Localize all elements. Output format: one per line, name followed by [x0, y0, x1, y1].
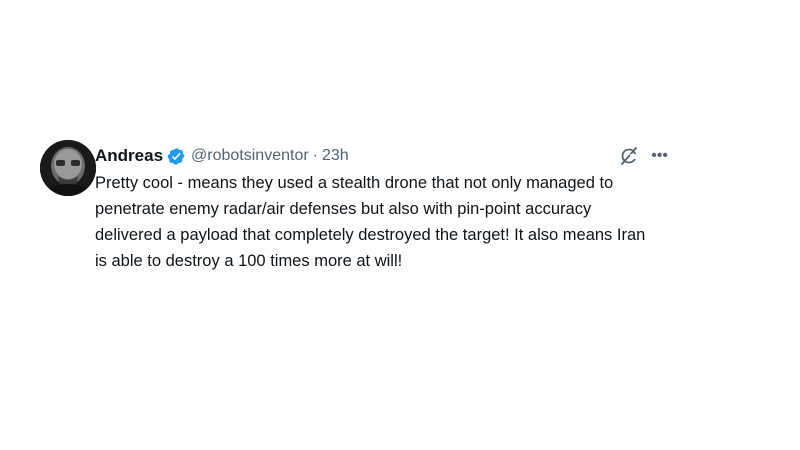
- separator-dot: ·: [312, 147, 318, 164]
- tweet-text: Pretty cool - means they used a stealth …: [95, 174, 646, 270]
- timestamp[interactable]: 23h: [322, 147, 349, 165]
- tweet-content: Andreas @robotsinventor · 23h ••• Pretty…: [95, 144, 680, 274]
- verified-badge-icon[interactable]: [167, 147, 186, 166]
- avatar[interactable]: [40, 140, 96, 196]
- author-name[interactable]: Andreas: [95, 146, 163, 166]
- more-icon[interactable]: •••: [651, 148, 668, 164]
- tweet-actions: •••: [619, 146, 668, 166]
- grok-icon[interactable]: [619, 146, 639, 166]
- author-handle[interactable]: @robotsinventor: [191, 147, 309, 165]
- tweet-header: Andreas @robotsinventor · 23h: [95, 144, 680, 168]
